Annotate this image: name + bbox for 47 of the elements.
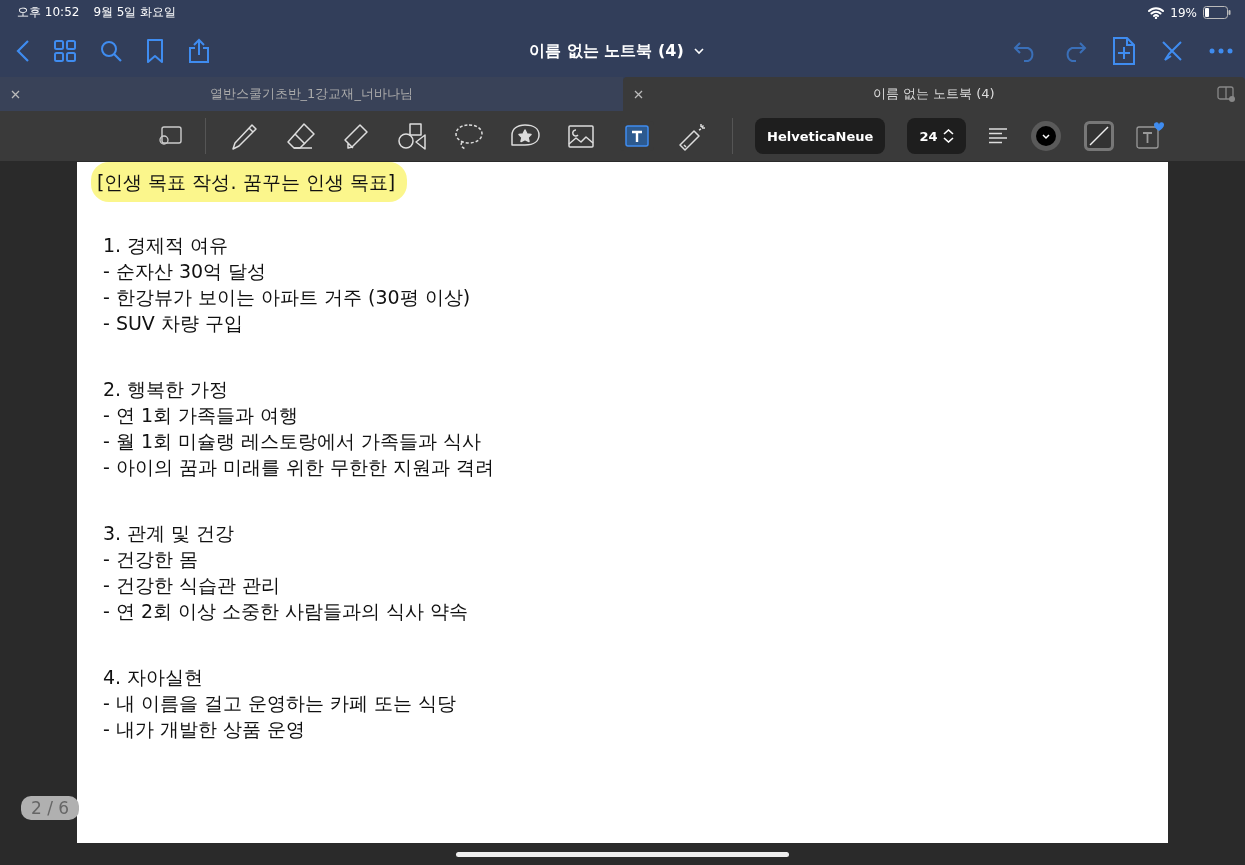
goal-item: - 연 1회 가족들과 여행 — [103, 403, 300, 428]
document-tab[interactable]: 이름 없는 노트북 (4) — [622, 77, 1245, 111]
status-time: 오후 10:52 — [17, 4, 80, 21]
search-icon[interactable] — [100, 40, 122, 62]
goal-item: - 연 2회 이상 소중한 사람들과의 식사 약속 — [103, 599, 470, 624]
section-heading: 4. 자아실현 — [103, 665, 205, 690]
close-icon[interactable] — [11, 89, 20, 99]
goal-item: - 내 이름을 걸고 운영하는 카페 또는 식당 — [103, 691, 458, 716]
font-size-button[interactable]: 24 — [907, 118, 967, 154]
no-fill-icon[interactable] — [1084, 121, 1115, 151]
goal-item: - 건강한 식습관 관리 — [103, 573, 281, 598]
pen-off-icon[interactable] — [1161, 40, 1183, 62]
section-heading: 3. 관계 및 건강 — [103, 521, 236, 546]
status-date: 9월 5일 화요일 — [93, 4, 177, 21]
back-icon[interactable] — [16, 39, 30, 63]
stepper-icon — [943, 129, 955, 143]
add-page-icon[interactable] — [1113, 37, 1135, 65]
goal-item: - 월 1회 미슐랭 레스토랑에서 가족들과 식사 — [103, 429, 483, 454]
grid-icon[interactable] — [54, 40, 76, 62]
section-heading: 1. 경제적 여유 — [103, 233, 230, 258]
battery-icon — [1203, 6, 1231, 19]
goal-item: - 아이의 꿈과 미래를 위한 무한한 지원과 격려 — [103, 455, 496, 480]
goal-item: - 순자산 30억 달성 — [103, 259, 268, 284]
goal-item: - 내가 개발한 상품 운영 — [103, 717, 306, 742]
more-icon[interactable] — [1209, 48, 1233, 54]
goal-item: - SUV 차량 구입 — [103, 311, 244, 336]
align-left-icon[interactable] — [988, 128, 1009, 144]
color-picker-icon[interactable] — [1030, 120, 1063, 152]
font-button[interactable]: HelveticaNeue — [755, 118, 886, 154]
section-heading: 2. 행복한 가정 — [103, 377, 230, 402]
notebook-title[interactable]: 이름 없는 노트북 (4) — [529, 40, 704, 62]
share-icon[interactable] — [188, 38, 210, 64]
page-layout-icon[interactable] — [157, 125, 183, 147]
document-tab[interactable]: 열반스쿨기초반_1강교재_너바나님 — [0, 77, 623, 111]
close-icon[interactable] — [633, 89, 643, 99]
bookmark-icon[interactable] — [146, 39, 164, 63]
eraser-tool-icon[interactable] — [284, 121, 318, 151]
text-style-icon[interactable] — [1136, 122, 1165, 150]
battery-percent: 19% — [1170, 5, 1197, 20]
page-indicator: 2 / 6 — [21, 796, 80, 820]
wifi-icon — [1148, 6, 1165, 19]
goal-item: - 건강한 몸 — [103, 547, 199, 572]
chevron-down-icon — [693, 47, 704, 55]
goal-item: - 한강뷰가 보이는 아파트 거주 (30평 이상) — [103, 285, 472, 310]
lasso-tool-icon[interactable] — [452, 121, 486, 151]
page-title: [인생 목표 작성. 꿈꾸는 인생 목표] — [91, 162, 408, 202]
split-view-icon[interactable] — [1217, 86, 1235, 102]
